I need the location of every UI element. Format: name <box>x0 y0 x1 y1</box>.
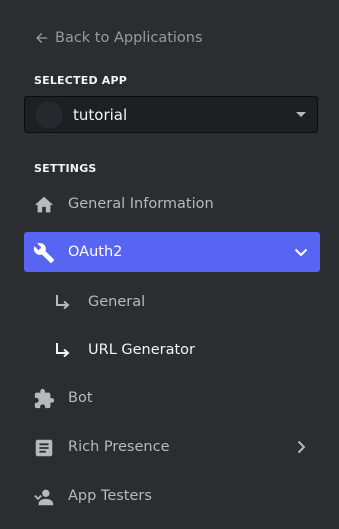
wrench-icon <box>33 242 55 264</box>
nav-item-label: App Testers <box>68 488 152 504</box>
app-avatar <box>34 99 64 130</box>
chevron-down-icon[interactable] <box>293 244 309 260</box>
nav-item-app-testers[interactable]: App Testers <box>24 476 320 516</box>
nav-item-label: Bot <box>68 390 93 406</box>
nav-subitem-general[interactable]: General <box>24 284 320 320</box>
puzzle-icon <box>33 388 55 410</box>
arrow-left-icon <box>36 32 48 44</box>
nav-item-bot[interactable]: Bot <box>24 378 320 418</box>
nav-item-rich-presence[interactable]: Rich Presence <box>24 427 320 467</box>
home-icon <box>33 194 55 216</box>
sub-arrow-icon <box>54 293 72 311</box>
document-icon <box>33 437 55 459</box>
app-selector-dropdown[interactable]: tutorial <box>24 96 318 133</box>
sub-arrow-icon <box>54 341 72 359</box>
nav-item-oauth2[interactable]: OAuth2 <box>24 232 320 272</box>
back-link-label: Back to Applications <box>55 30 203 46</box>
selected-app-header: SELECTED APP <box>34 74 128 87</box>
nav-item-label: Rich Presence <box>68 439 170 455</box>
nav-subitem-label: General <box>88 294 146 310</box>
developer-portal-sidebar: Back to Applications SELECTED APP tutori… <box>0 0 339 529</box>
nav-subitem-label: URL Generator <box>88 342 196 358</box>
settings-header: SETTINGS <box>34 162 97 175</box>
app-name: tutorial <box>73 105 128 124</box>
person-icon <box>33 486 55 508</box>
nav-subitem-url-generator[interactable]: URL Generator <box>24 332 320 368</box>
nav-item-label: General Information <box>68 196 214 212</box>
chevron-right-icon[interactable] <box>293 439 309 455</box>
back-to-applications-link[interactable]: Back to Applications <box>35 28 203 48</box>
caret-down-icon <box>296 112 306 117</box>
nav-item-general-information[interactable]: General Information <box>24 184 320 224</box>
nav-item-label: OAuth2 <box>68 244 123 260</box>
